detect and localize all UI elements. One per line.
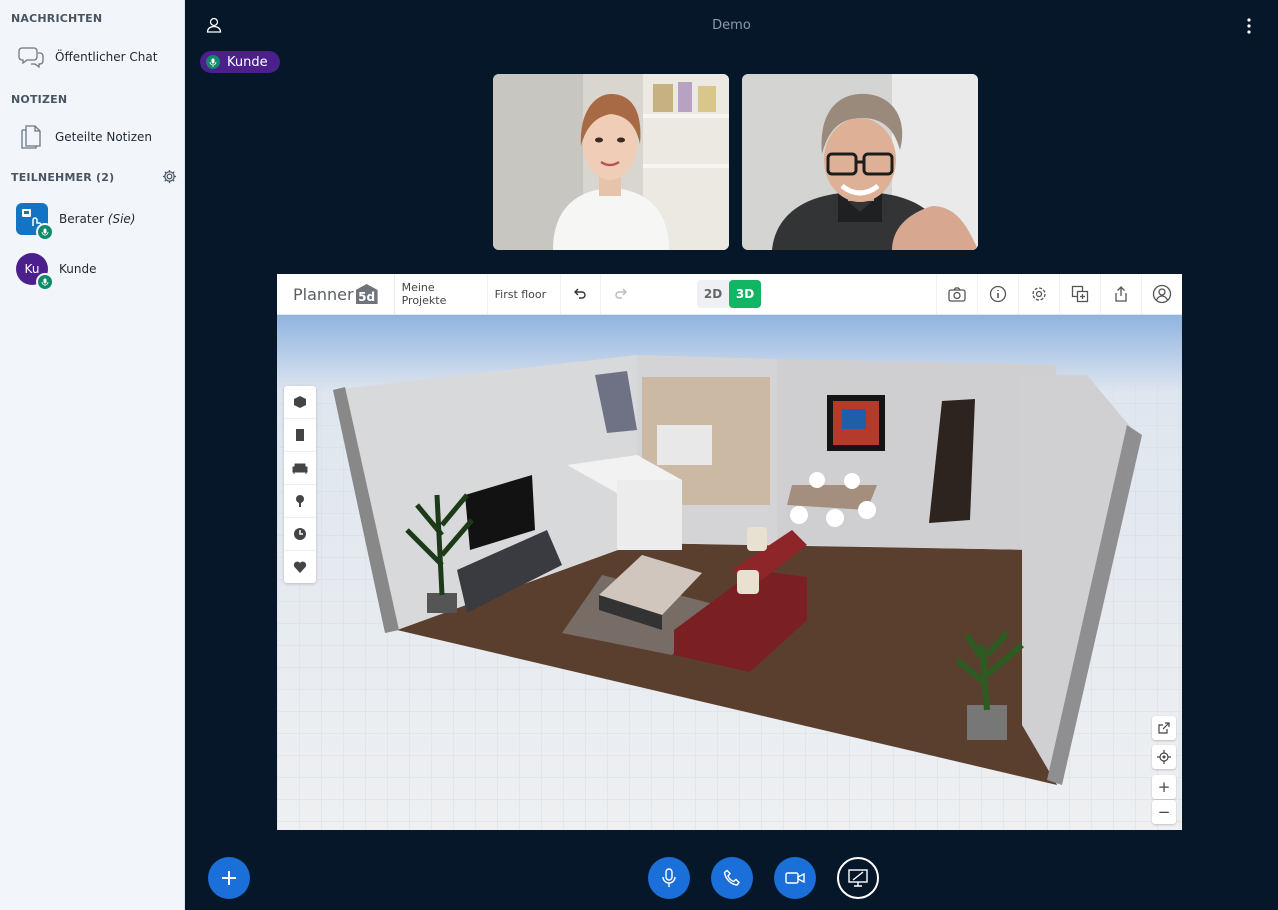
- 3d-room-view[interactable]: [277, 315, 1182, 830]
- planner-logo-text: Planner: [293, 284, 354, 304]
- settings-icon[interactable]: [1018, 274, 1059, 314]
- camera-icon[interactable]: [936, 274, 977, 314]
- camera-button[interactable]: [774, 857, 816, 899]
- exterior-icon[interactable]: [284, 485, 316, 518]
- audio-hangup-button[interactable]: [711, 857, 753, 899]
- add-layer-icon[interactable]: [1059, 274, 1100, 314]
- video-tile-man[interactable]: [742, 74, 978, 250]
- my-projects-button[interactable]: Meine Projekte: [395, 274, 488, 314]
- talking-name: Kunde: [227, 54, 268, 70]
- screenshare-button[interactable]: [837, 857, 879, 899]
- mic-icon: [206, 55, 220, 69]
- account-icon[interactable]: [1141, 274, 1182, 314]
- public-chat-label: Öffentlicher Chat: [55, 50, 158, 64]
- participant-name: Berater: [59, 212, 104, 226]
- microphone-button[interactable]: [648, 857, 690, 899]
- zoom-out-button[interactable]: −: [1152, 800, 1176, 824]
- planner-logo-badge: 5d: [355, 284, 378, 304]
- sidebar: NACHRICHTEN Öffentlicher Chat NOTIZEN Ge…: [0, 0, 185, 910]
- participant-kunde[interactable]: Ku Kunde: [0, 249, 184, 291]
- rooms-icon[interactable]: [284, 386, 316, 419]
- undo-icon: [574, 288, 586, 299]
- redo-icon: [614, 288, 627, 299]
- redo-button[interactable]: [601, 274, 641, 314]
- microphone-icon: [662, 868, 676, 887]
- notes-section-title: NOTIZEN: [11, 93, 68, 106]
- doors-icon[interactable]: [284, 419, 316, 452]
- planner-left-toolbar: [284, 386, 316, 583]
- planner-toolbar: Planner 5d Meine Projekte First floor 2D…: [277, 274, 1182, 315]
- history-icon[interactable]: [284, 518, 316, 551]
- chat-icon: [15, 41, 47, 73]
- participants-settings-icon[interactable]: [162, 169, 177, 188]
- fullscreen-icon[interactable]: [1152, 716, 1176, 740]
- floor-select[interactable]: First floor: [488, 274, 561, 314]
- screenshare-icon: [848, 869, 868, 887]
- phone-icon: [723, 869, 740, 886]
- participant-berater[interactable]: Berater (Sie): [0, 199, 184, 241]
- favorites-icon[interactable]: [284, 551, 316, 583]
- video-tile-woman[interactable]: [493, 74, 729, 250]
- video-camera-icon: [785, 872, 805, 884]
- mic-status-icon: [36, 273, 54, 291]
- locate-icon[interactable]: [1152, 745, 1176, 769]
- talking-indicator: Kunde: [200, 51, 280, 73]
- plus-icon: [222, 871, 236, 885]
- mic-status-icon: [36, 223, 54, 241]
- furniture-icon[interactable]: [284, 452, 316, 485]
- view-toggle: 2D 3D: [697, 280, 761, 308]
- zoom-in-button[interactable]: +: [1152, 775, 1176, 799]
- planner-logo[interactable]: Planner 5d: [277, 274, 395, 314]
- undo-button[interactable]: [561, 274, 601, 314]
- avatar: [16, 203, 54, 241]
- shared-notes-item[interactable]: Geteilte Notizen: [0, 117, 184, 157]
- info-icon[interactable]: [977, 274, 1018, 314]
- actions-button[interactable]: [208, 857, 250, 899]
- messages-section-title: NACHRICHTEN: [11, 12, 103, 25]
- avatar-initials: Ku: [24, 262, 40, 276]
- participants-section-title: TEILNEHMER (2): [11, 171, 115, 184]
- public-chat-item[interactable]: Öffentlicher Chat: [0, 37, 184, 77]
- participant-you-suffix: (Sie): [107, 212, 136, 226]
- share-icon[interactable]: [1100, 274, 1141, 314]
- avatar: Ku: [16, 253, 54, 291]
- screenshare-planner[interactable]: Planner 5d Meine Projekte First floor 2D…: [277, 274, 1182, 830]
- shared-notes-label: Geteilte Notizen: [55, 130, 152, 144]
- view-3d-button[interactable]: 3D: [729, 280, 761, 308]
- notes-icon: [15, 121, 47, 153]
- more-options-icon[interactable]: [1242, 17, 1256, 39]
- view-2d-button[interactable]: 2D: [697, 280, 729, 308]
- meeting-title: Demo: [712, 18, 751, 33]
- participant-name: Kunde: [59, 262, 97, 276]
